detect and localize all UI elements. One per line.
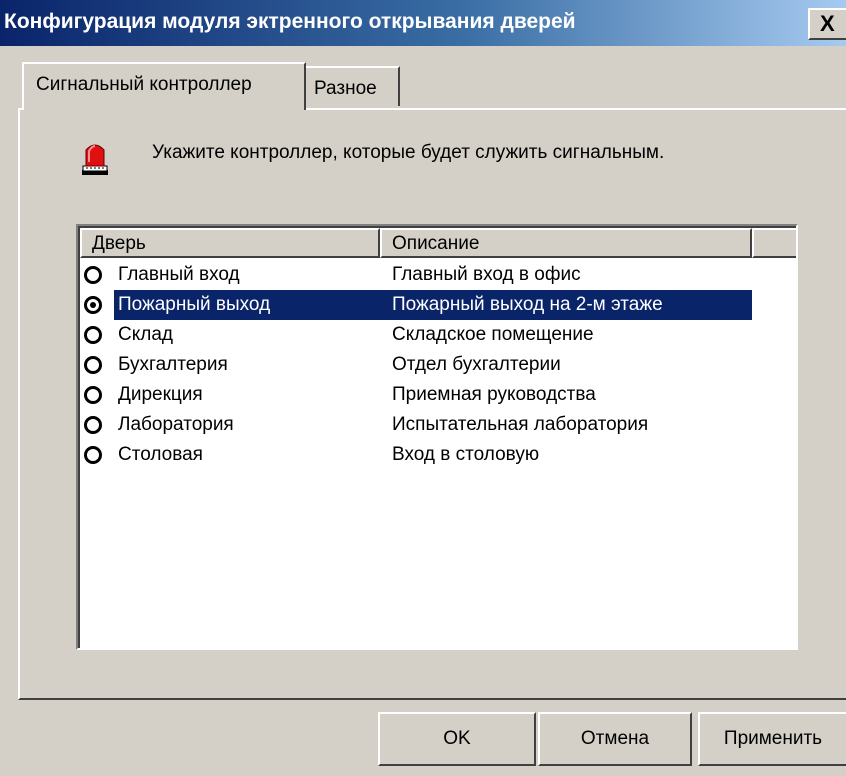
table-row[interactable]: Лаборатория Испытательная лаборатория xyxy=(80,410,752,440)
alarm-beacon-icon xyxy=(80,140,110,176)
door-description-cell: Вход в столовую xyxy=(392,444,540,465)
table-row[interactable]: Главный вход Главный вход в офис xyxy=(80,260,752,290)
radio-unchecked-icon[interactable] xyxy=(84,266,102,284)
door-name-cell: Бухгалтерия xyxy=(118,354,228,375)
column-header-door[interactable]: Дверь xyxy=(80,228,380,258)
door-description-cell: Приемная руководства xyxy=(392,384,596,405)
radio-checked-icon[interactable] xyxy=(84,296,102,314)
title-bar: Конфигурация модуля эктренного открывани… xyxy=(0,0,846,46)
cancel-button[interactable]: Отмена xyxy=(538,712,692,766)
tab-label: Разное xyxy=(314,78,377,99)
close-icon: X xyxy=(820,11,835,36)
door-description-cell: Испытательная лаборатория xyxy=(392,414,649,435)
tab-signal-controller[interactable]: Сигнальный контроллер xyxy=(22,62,306,110)
close-button[interactable]: X xyxy=(808,8,846,40)
door-name-cell: Главный вход xyxy=(118,264,240,285)
column-header-description[interactable]: Описание xyxy=(380,228,752,258)
column-header-empty[interactable] xyxy=(752,228,796,258)
tab-misc[interactable]: Разное xyxy=(306,66,400,106)
instruction-text: Укажите контроллер, которые будет служит… xyxy=(152,142,665,163)
table-row[interactable]: Бухгалтерия Отдел бухгалтерии xyxy=(80,350,752,380)
door-description-cell: Складское помещение xyxy=(392,324,594,345)
radio-unchecked-icon[interactable] xyxy=(84,416,102,434)
window-title: Конфигурация модуля эктренного открывани… xyxy=(4,10,576,33)
door-list-body: Дверь Описание Главный вход Главный вход … xyxy=(78,226,796,648)
door-name-cell: Столовая xyxy=(118,444,203,465)
table-row[interactable]: Столовая Вход в столовую xyxy=(80,440,752,470)
door-description-cell: Отдел бухгалтерии xyxy=(392,354,561,375)
tab-label: Сигнальный контроллер xyxy=(36,74,252,95)
door-name-cell: Лаборатория xyxy=(118,414,234,435)
table-row[interactable]: Дирекция Приемная руководства xyxy=(80,380,752,410)
door-name-cell: Склад xyxy=(118,324,173,345)
table-row[interactable]: Склад Складское помещение xyxy=(80,320,752,350)
door-description-cell: Пожарный выход на 2-м этаже xyxy=(380,290,752,320)
apply-button[interactable]: Применить xyxy=(698,712,846,766)
radio-unchecked-icon[interactable] xyxy=(84,326,102,344)
radio-unchecked-icon[interactable] xyxy=(84,356,102,374)
radio-unchecked-icon[interactable] xyxy=(84,386,102,404)
ok-button[interactable]: OK xyxy=(378,712,536,766)
door-name-cell: Дирекция xyxy=(118,384,203,405)
table-row[interactable]: Пожарный выход Пожарный выход на 2-м этаж… xyxy=(80,290,752,320)
door-name-cell: Пожарный выход xyxy=(114,290,380,320)
door-list[interactable]: Дверь Описание Главный вход Главный вход … xyxy=(76,224,798,650)
door-description-cell: Главный вход в офис xyxy=(392,264,581,285)
radio-unchecked-icon[interactable] xyxy=(84,446,102,464)
